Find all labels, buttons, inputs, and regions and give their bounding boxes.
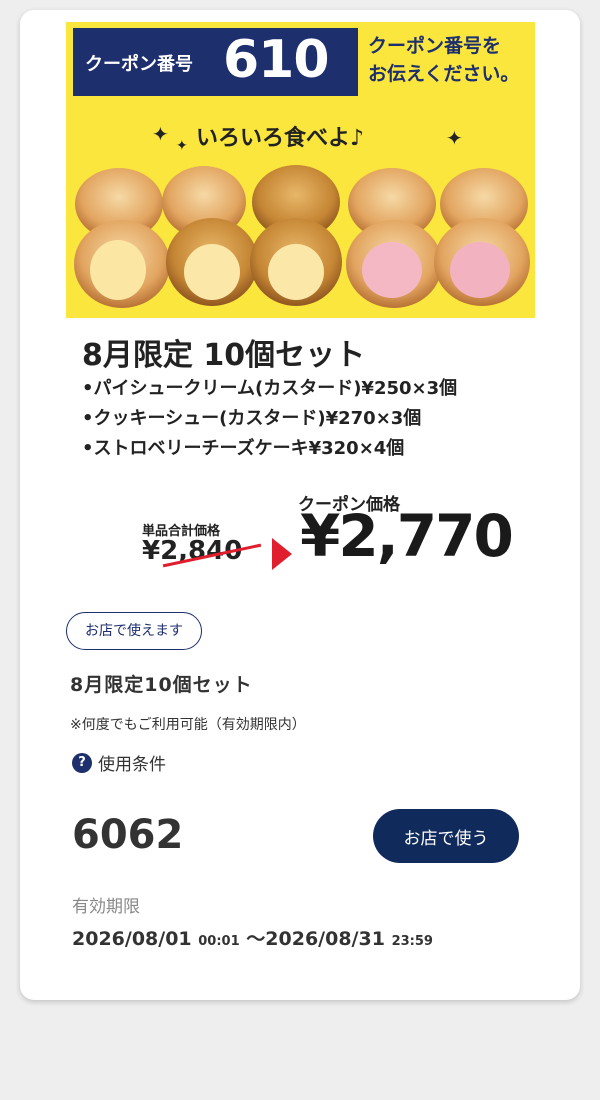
product-item: •クッキーシュー(カスタード)¥270×3個 — [82, 408, 422, 429]
tell-instruction: クーポン番号を お伝えください。 — [368, 32, 535, 88]
coupon-number-box: クーポン番号 610 — [73, 28, 358, 96]
sparkle-icon: ✦ — [152, 122, 169, 146]
coupon-number-label: クーポン番号 — [85, 54, 193, 75]
store-usable-badge: お店で使えます — [66, 612, 202, 650]
price-area: 単品合計価格 ¥2,840 クーポン価格 ¥2,770 — [140, 476, 560, 576]
coupon-card: クーポン番号 610 クーポン番号を お伝えください。 ✦ ✦ ✦ いろいろ食べ… — [20, 10, 580, 1000]
sparkle-icon: ✦ — [446, 126, 463, 150]
product-title: 8月限定 10個セット — [82, 338, 366, 373]
coupon-price: ¥2,770 — [300, 502, 514, 570]
tell-line-1: クーポン番号を — [368, 35, 502, 57]
product-item: •パイシュークリーム(カスタード)¥250×3個 — [82, 378, 458, 399]
tell-line-2: お伝えください。 — [368, 63, 520, 85]
coupon-name: 8月限定10個セット — [70, 674, 253, 696]
conditions-link[interactable]: ? 使用条件 — [72, 750, 166, 775]
valid-from-time: 00:01 — [198, 934, 240, 949]
arrow-right-icon — [272, 538, 292, 570]
question-icon: ? — [72, 752, 92, 773]
old-price: ¥2,840 — [142, 536, 262, 568]
validity-label: 有効期限 — [72, 897, 140, 917]
product-item: •ストロベリーチーズケーキ¥320×4個 — [82, 438, 405, 459]
usage-note: ※何度でもご利用可能（有効期限内） — [70, 717, 306, 733]
valid-to-time: 23:59 — [391, 934, 433, 949]
validity-period: 2026/08/01 00:01 ～2026/08/31 23:59 — [72, 924, 433, 951]
valid-to-date: 2026/08/31 — [265, 928, 385, 950]
conditions-label: 使用条件 — [98, 755, 166, 775]
use-in-store-button[interactable]: お店で使う — [373, 809, 519, 863]
valid-from-date: 2026/08/01 — [72, 928, 192, 950]
cream-puffs-illustration — [74, 165, 530, 308]
catchphrase: いろいろ食べよ♪ — [196, 126, 365, 151]
valid-separator: ～ — [246, 928, 266, 950]
coupon-number: 610 — [223, 30, 330, 90]
coupon-banner-image: クーポン番号 610 クーポン番号を お伝えください。 ✦ ✦ ✦ いろいろ食べ… — [66, 22, 535, 318]
product-item-list: •パイシュークリーム(カスタード)¥250×3個 •クッキーシュー(カスタード)… — [82, 374, 457, 464]
coupon-code: 6062 — [72, 812, 184, 858]
sparkle-icon: ✦ — [176, 138, 188, 154]
